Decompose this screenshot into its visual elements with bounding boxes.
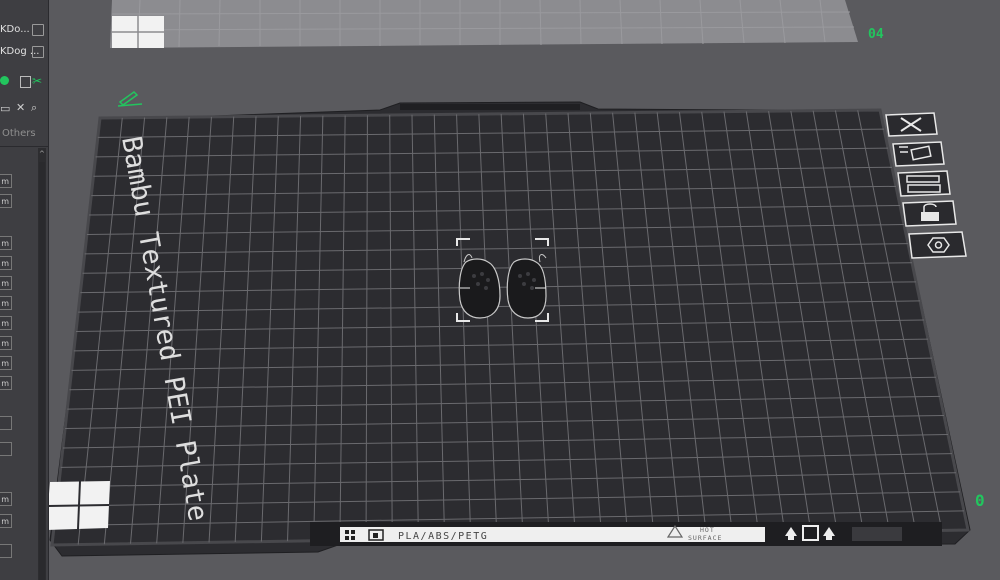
build-plate[interactable]: Bambu Textured PEI Plate PLA/ABS/PETG HO…	[46, 101, 971, 557]
object-list-item[interactable]: KDo...	[0, 22, 48, 40]
param-field[interactable]: m	[0, 174, 12, 188]
param-field[interactable]: m	[0, 356, 12, 370]
param-field[interactable]: m	[0, 316, 12, 330]
param-field[interactable]: m	[0, 376, 12, 390]
plate-number-right: 0	[975, 491, 985, 510]
scrollbar-thumb[interactable]	[39, 162, 45, 580]
param-field[interactable]: m	[0, 296, 12, 310]
search-icon[interactable]: ⌕	[31, 101, 37, 115]
param-field[interactable]: m	[0, 492, 12, 506]
left-sidebar: KDo... KDog ... ✂ ▭ ✕ ⌕ Others ^ m m m m…	[0, 0, 49, 580]
param-field[interactable]: m	[0, 194, 12, 208]
close-icon[interactable]: ✕	[16, 101, 25, 114]
param-field[interactable]	[0, 442, 12, 456]
hot-surface-line2: SURFACE	[688, 534, 722, 542]
auto-orient-icon[interactable]	[892, 141, 945, 167]
param-field[interactable]: m	[0, 514, 12, 528]
plate-number-top: 04	[868, 27, 884, 42]
3d-viewport[interactable]: 04 Bambu Textured PEI Plate PLA/ABS/PETG…	[0, 0, 1000, 580]
rename-icon[interactable]	[32, 46, 44, 58]
param-field[interactable]: m	[0, 336, 12, 350]
param-field[interactable]: m	[0, 236, 12, 250]
arrange-icon[interactable]	[897, 170, 951, 197]
param-field[interactable]	[0, 416, 12, 430]
plate-name-edit-icon[interactable]	[117, 91, 143, 107]
param-field[interactable]: m	[0, 276, 12, 290]
rename-icon[interactable]	[32, 24, 44, 36]
scrollbar[interactable]: ^	[38, 148, 46, 580]
divider	[0, 146, 48, 147]
save-icon[interactable]: ▭	[0, 102, 10, 115]
tab-others[interactable]: Others	[2, 128, 36, 139]
plate-bottom-bar: PLA/ABS/PETG HOT SURFACE	[310, 522, 942, 546]
param-field[interactable]	[0, 544, 12, 558]
object-list-item[interactable]: KDog ...	[0, 44, 48, 62]
upper-plate: 04	[110, 0, 884, 48]
filament-types: PLA/ABS/PETG	[398, 531, 488, 542]
delete-plate-icon[interactable]	[885, 112, 938, 137]
object-name: KDo...	[0, 24, 30, 35]
chevron-up-icon[interactable]: ^	[39, 150, 45, 158]
plate-settings-icon[interactable]	[908, 231, 967, 259]
scissors-icon[interactable]: ✂	[32, 74, 42, 88]
toggle-on-icon[interactable]	[0, 76, 9, 85]
lock-plate-icon[interactable]	[902, 200, 957, 227]
plate-corner-mark	[46, 480, 110, 530]
hot-surface-line1: HOT	[700, 526, 715, 534]
param-field[interactable]: m	[0, 256, 12, 270]
upper-plate-corner-mark	[112, 16, 164, 48]
list-icon[interactable]	[20, 76, 31, 88]
